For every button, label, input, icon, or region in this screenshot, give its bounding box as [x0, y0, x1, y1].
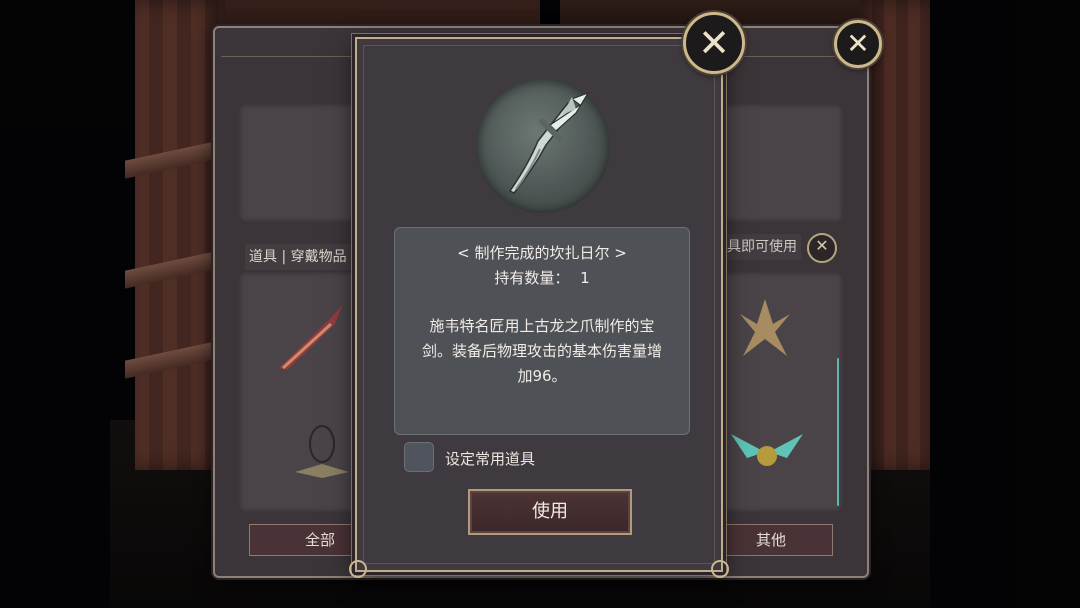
frame-ornament: [349, 560, 367, 578]
quantity-label: 持有数量：: [494, 269, 570, 287]
use-button[interactable]: 使用: [468, 489, 632, 535]
item-grid-right: [723, 272, 843, 512]
item-grid-left: [239, 272, 369, 512]
close-storage-button[interactable]: ✕: [834, 20, 882, 68]
item-name: < 制作完成的坎扎日尔 >: [457, 244, 627, 262]
favorite-item-checkbox[interactable]: [404, 442, 434, 472]
quantity-value: 1: [580, 269, 590, 287]
item-detail-dialog: < 制作完成的坎扎日尔 > 持有数量： 1 施韦特名匠用上古龙之爪制作的宝剑。装…: [349, 37, 729, 578]
winged-orb-icon[interactable]: [727, 428, 807, 476]
item-quantity: 持有数量： 1: [395, 267, 689, 288]
necklace-item-icon[interactable]: [287, 422, 357, 492]
hint-usable: 具即可使用: [723, 234, 801, 260]
close-dialog-button[interactable]: ✕: [683, 12, 745, 74]
frame-ornament: [711, 560, 729, 578]
filter-other-button[interactable]: 其他: [709, 524, 833, 556]
item-description-box: < 制作完成的坎扎日尔 > 持有数量： 1 施韦特名匠用上古龙之爪制作的宝剑。装…: [394, 227, 690, 435]
item-portrait: [476, 79, 610, 213]
sword-item-icon: [508, 91, 590, 194]
slot-area-top-right: [723, 104, 843, 222]
scrollbar[interactable]: [837, 358, 839, 506]
item-description: 施韦特名匠用上古龙之爪制作的宝剑。装备后物理攻击的基本伤害量增加96。: [421, 317, 662, 385]
favorite-item-label: 设定常用道具: [445, 450, 536, 468]
tab-items-equip[interactable]: 道具 | 穿戴物品: [245, 244, 351, 270]
sword-item-icon[interactable]: [269, 290, 359, 380]
close-x-icon: ✕: [698, 21, 730, 65]
cross-charm-icon[interactable]: [735, 294, 795, 364]
close-icon[interactable]: ✕: [807, 233, 837, 263]
close-x-icon: ✕: [846, 27, 870, 60]
